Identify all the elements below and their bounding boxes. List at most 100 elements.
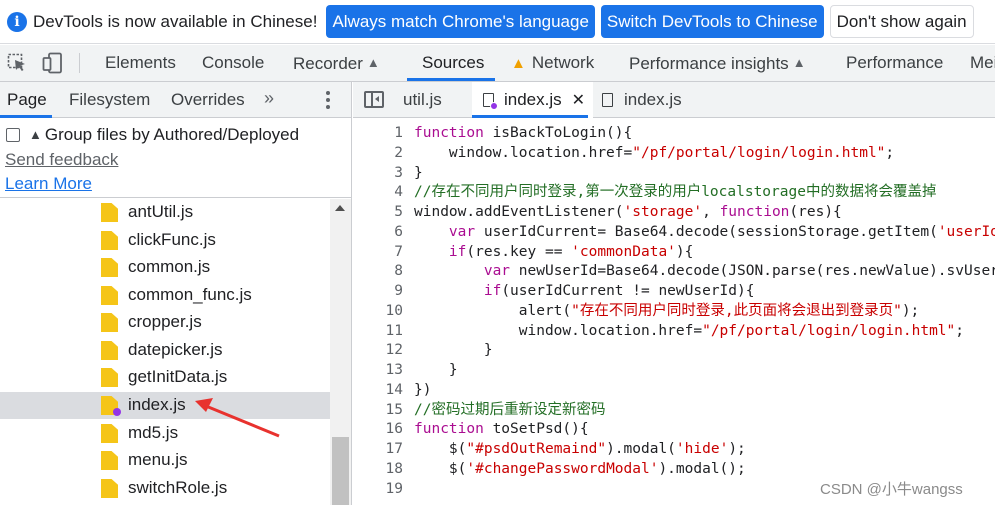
js-file-icon bbox=[101, 258, 118, 277]
warning-icon: ▲ bbox=[511, 55, 526, 72]
device-toolbar-icon[interactable] bbox=[42, 52, 64, 74]
code-line: 14}) bbox=[353, 380, 995, 400]
code-text: } bbox=[414, 362, 458, 378]
code-text: var userIdCurrent= Base64.decode(session… bbox=[448, 224, 995, 240]
tab-network-label: Network bbox=[531, 53, 595, 72]
more-tabs-chevron-icon[interactable]: » bbox=[264, 88, 274, 109]
code-area[interactable]: 1 function isBackToLogin(){ 2 window.loca… bbox=[353, 119, 995, 505]
toggle-navigator-icon[interactable] bbox=[364, 91, 384, 108]
line-number: 17 bbox=[385, 441, 403, 457]
active-tab-indicator bbox=[407, 78, 495, 81]
code-text: var newUserId=Base64.decode(JSON.parse(r… bbox=[483, 263, 995, 279]
main-toolbar: Elements Console Recorder ▲ Sources ▲ Netw… bbox=[0, 45, 995, 82]
tab-network[interactable]: ▲ Network bbox=[511, 45, 594, 81]
dont-show-again-button[interactable]: Don't show again bbox=[829, 5, 974, 38]
line-number: 3 bbox=[394, 165, 403, 181]
file-name: clickFunc.js bbox=[128, 230, 216, 249]
file-tree-item[interactable]: switchRole.js bbox=[0, 475, 330, 502]
tab-page[interactable]: Page bbox=[7, 82, 47, 118]
tab-filesystem[interactable]: Filesystem bbox=[69, 82, 150, 118]
editor-tab-index-js[interactable]: index.js bbox=[602, 82, 682, 118]
tab-more-overflow[interactable]: Mei bbox=[970, 45, 995, 81]
active-editor-tab-indicator bbox=[472, 115, 588, 118]
line-number: 10 bbox=[385, 303, 403, 319]
code-line: 13 } bbox=[353, 360, 995, 380]
file-tree-item[interactable]: antUtil.js bbox=[0, 199, 330, 226]
send-feedback-link[interactable]: Send feedback bbox=[5, 150, 118, 170]
js-file-icon bbox=[101, 203, 118, 222]
file-tree-item[interactable]: common.js bbox=[0, 254, 330, 281]
file-tree-scrollbar[interactable] bbox=[330, 199, 351, 505]
editor-tab-label: index.js bbox=[624, 90, 682, 109]
code-text: window.location.href="/pf/portal/login/l… bbox=[414, 145, 895, 161]
source-editor: util.js index.js ✕ index.js 1 function isB… bbox=[353, 82, 995, 505]
tab-recorder[interactable]: Recorder ▲ bbox=[293, 45, 380, 81]
file-name: antUtil.js bbox=[128, 202, 194, 221]
language-infobar: i DevTools is now available in Chinese! … bbox=[0, 0, 995, 44]
info-icon: i bbox=[7, 11, 27, 32]
tab-performance-insights[interactable]: Performance insights ▲ bbox=[629, 45, 806, 81]
line-number: 18 bbox=[385, 461, 403, 477]
tab-sources[interactable]: Sources bbox=[422, 45, 484, 81]
file-name: getInitData.js bbox=[128, 367, 228, 386]
line-number: 2 bbox=[394, 145, 403, 161]
line-number: 16 bbox=[385, 421, 403, 437]
line-number: 14 bbox=[385, 382, 403, 398]
tab-performance[interactable]: Performance bbox=[846, 45, 943, 81]
code-line: 17 $("#psdOutRemaind").modal('hide'); bbox=[353, 439, 995, 459]
close-tab-icon[interactable]: ✕ bbox=[572, 92, 585, 109]
code-line: 7 if(res.key == 'commonData'){ bbox=[353, 242, 995, 262]
file-name: menu.js bbox=[128, 450, 188, 469]
editor-tab-util-js[interactable]: util.js bbox=[403, 82, 442, 118]
file-name: datepicker.js bbox=[128, 340, 223, 359]
line-number: 8 bbox=[394, 263, 403, 279]
file-tree-item[interactable]: getInitData.js bbox=[0, 364, 330, 391]
code-line: 8 var newUserId=Base64.decode(JSON.parse… bbox=[353, 261, 995, 281]
line-number: 12 bbox=[385, 342, 403, 358]
code-text: function isBackToLogin(){ bbox=[414, 125, 633, 141]
navigator-panel: Page Filesystem Overrides » ▲ Group files… bbox=[0, 82, 352, 505]
scroll-thumb[interactable] bbox=[332, 437, 349, 505]
line-number: 13 bbox=[385, 362, 403, 378]
code-text: //密码过期后重新设定新密码 bbox=[414, 402, 606, 418]
line-number: 4 bbox=[394, 184, 403, 200]
active-subtab-indicator bbox=[0, 115, 52, 118]
editor-tab-index-js-active[interactable]: index.js ✕ bbox=[472, 82, 594, 118]
group-files-checkbox[interactable] bbox=[6, 128, 20, 142]
code-text: $("#psdOutRemaind").modal('hide'); bbox=[414, 441, 746, 457]
code-text: window.addEventListener('storage', funct… bbox=[414, 204, 842, 220]
tab-elements[interactable]: Elements bbox=[105, 45, 176, 81]
line-number: 5 bbox=[394, 204, 403, 220]
editor-tab-label: index.js bbox=[504, 90, 562, 109]
file-tree-item[interactable]: common_func.js bbox=[0, 282, 330, 309]
js-file-icon bbox=[101, 313, 118, 332]
more-options-icon[interactable] bbox=[320, 91, 336, 109]
file-name: md5.js bbox=[128, 423, 179, 442]
tab-overrides[interactable]: Overrides bbox=[171, 82, 245, 118]
file-name: index.js bbox=[128, 395, 186, 414]
modified-dot-icon bbox=[113, 408, 121, 416]
scroll-up-arrow-icon[interactable] bbox=[335, 205, 345, 211]
switch-to-chinese-button[interactable]: Switch DevTools to Chinese bbox=[600, 5, 824, 38]
js-file-icon bbox=[101, 368, 118, 387]
infobar-message: DevTools is now available in Chinese! bbox=[33, 11, 318, 31]
file-tree-item[interactable]: cropper.js bbox=[0, 309, 330, 336]
line-number: 1 bbox=[394, 125, 403, 141]
code-line: 4 //存在不同用户同时登录,第一次登录的用户localstorage中的数据将会… bbox=[353, 182, 995, 202]
code-text: } bbox=[414, 342, 493, 358]
inspect-element-icon[interactable] bbox=[6, 52, 28, 74]
js-file-icon bbox=[101, 286, 118, 305]
file-tree-item[interactable]: menu.js bbox=[0, 447, 330, 474]
file-name: common_func.js bbox=[128, 285, 252, 304]
tab-performance-insights-label: Performance insights bbox=[629, 54, 789, 73]
file-tree: antUtil.js clickFunc.js common.js common… bbox=[0, 199, 330, 505]
line-number: 15 bbox=[385, 402, 403, 418]
code-line: 10 alert("存在不同用户同时登录,此页面将会退出到登录页"); bbox=[353, 301, 995, 321]
group-files-text: Group files by Authored/Deployed bbox=[44, 125, 300, 144]
learn-more-link[interactable]: Learn More bbox=[5, 174, 92, 194]
line-number: 6 bbox=[394, 224, 403, 240]
tab-console[interactable]: Console bbox=[202, 45, 264, 81]
always-match-language-button[interactable]: Always match Chrome's language bbox=[326, 5, 595, 38]
file-tree-item[interactable]: clickFunc.js bbox=[0, 227, 330, 254]
file-tree-item[interactable]: datepicker.js bbox=[0, 337, 330, 364]
